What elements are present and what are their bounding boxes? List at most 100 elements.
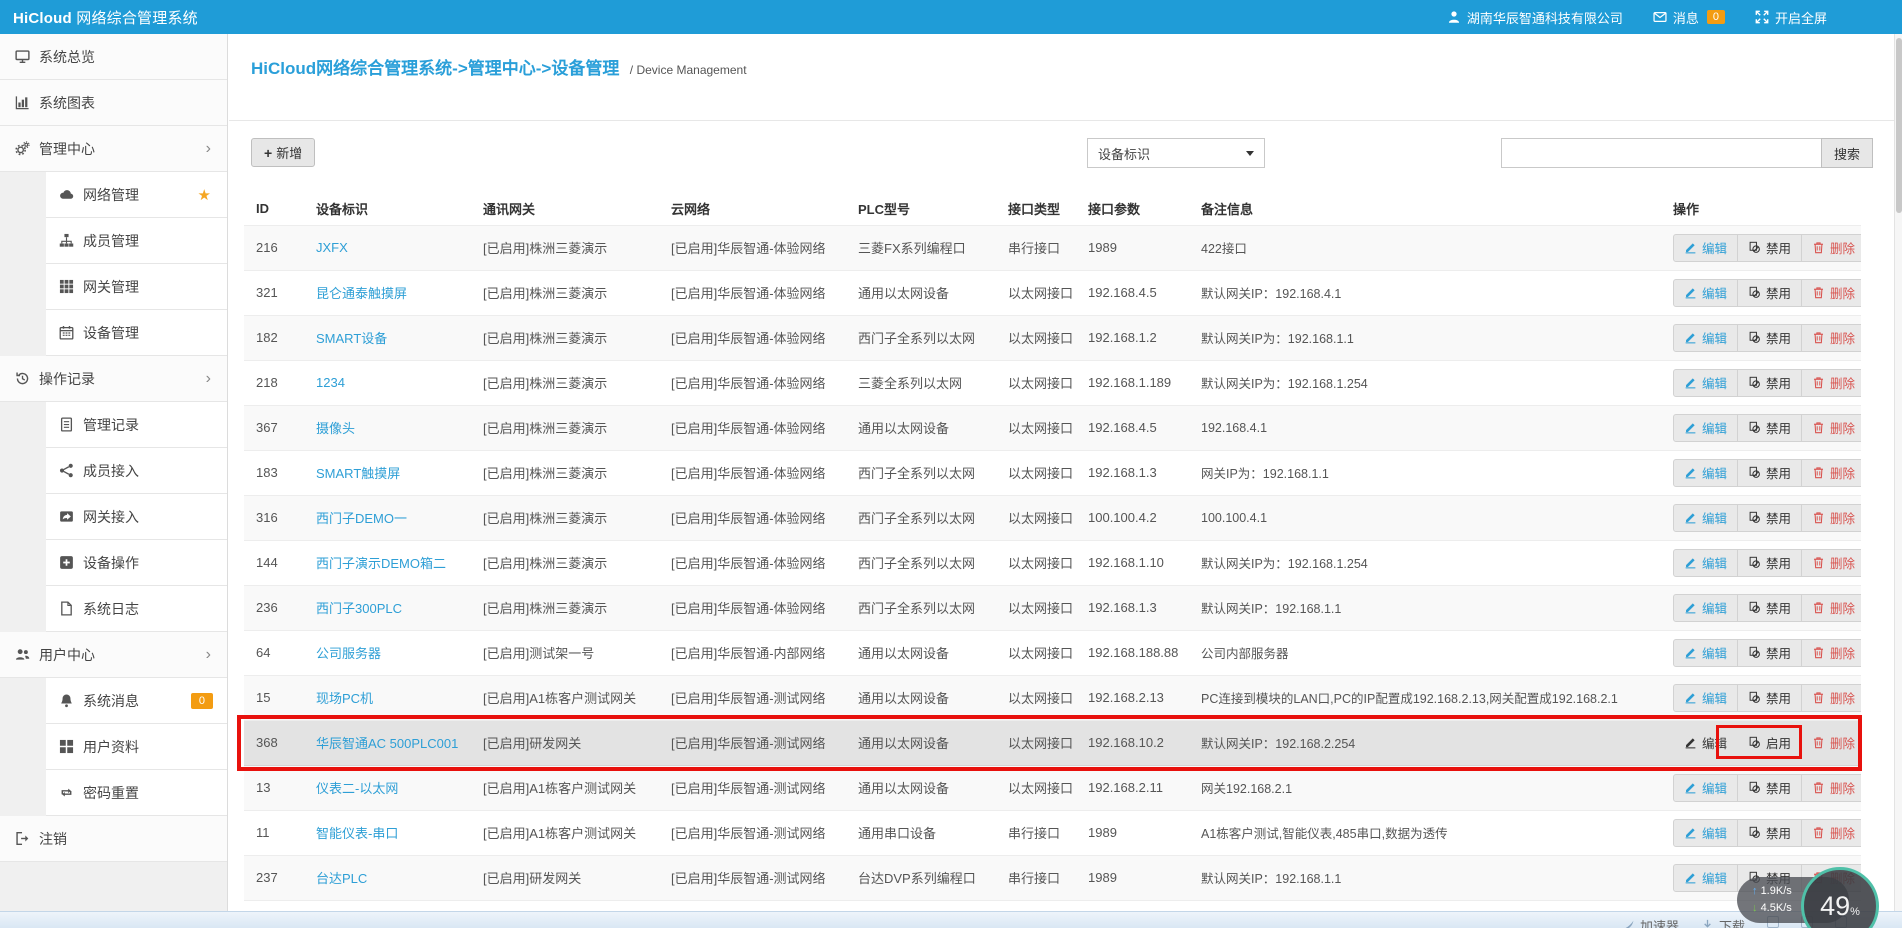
device-name-link[interactable]: 昆仑通泰触摸屏 xyxy=(316,286,407,301)
delete-button[interactable]: 删除 xyxy=(1801,503,1861,532)
edit-button[interactable]: 编辑 xyxy=(1673,323,1739,352)
sidebar-item-member-access[interactable]: 成员接入 xyxy=(46,448,227,494)
sidebar-item-logout[interactable]: 注销 xyxy=(0,816,227,862)
edit-button[interactable]: 编辑 xyxy=(1673,368,1739,397)
sidebar-item-system-log[interactable]: 系统日志 xyxy=(46,586,227,632)
search-input[interactable] xyxy=(1501,138,1821,168)
bottombar-download[interactable]: 下载 xyxy=(1701,916,1745,928)
pencil-icon xyxy=(1684,241,1697,254)
scrollbar-thumb[interactable] xyxy=(1896,38,1902,213)
device-name-link[interactable]: 西门子演示DEMO箱二 xyxy=(316,556,446,571)
sidebar-item-user-profile[interactable]: 用户资料 xyxy=(46,724,227,770)
delete-button[interactable]: 删除 xyxy=(1801,458,1861,487)
sidebar-item-member-mgmt[interactable]: 成员管理 xyxy=(46,218,227,264)
edit-button[interactable]: 编辑 xyxy=(1673,863,1739,892)
device-name-link[interactable]: 华辰智通AC 500PLC001 xyxy=(316,736,458,751)
delete-button[interactable]: 删除 xyxy=(1801,548,1861,577)
filter-select[interactable]: 设备标识 xyxy=(1087,138,1265,168)
device-name-link[interactable]: 智能仪表-串口 xyxy=(316,826,398,841)
edit-button[interactable]: 编辑 xyxy=(1673,729,1738,757)
sidebar-item-user-center[interactable]: 用户中心 › xyxy=(0,632,227,678)
sidebar-item-gateway-mgmt[interactable]: 网关管理 xyxy=(46,264,227,310)
delete-button[interactable]: 删除 xyxy=(1801,278,1861,307)
delete-button[interactable]: 删除 xyxy=(1801,413,1861,442)
gateway-cell: [已启用]株洲三菱演示 xyxy=(471,585,659,631)
disable-button[interactable]: 禁用 xyxy=(1737,683,1803,712)
edit-button[interactable]: 编辑 xyxy=(1673,773,1739,802)
disable-button[interactable]: 禁用 xyxy=(1737,638,1803,667)
edit-button[interactable]: 编辑 xyxy=(1673,683,1739,712)
edit-button[interactable]: 编辑 xyxy=(1673,638,1739,667)
edit-button[interactable]: 编辑 xyxy=(1673,458,1739,487)
sidebar-item-op-records[interactable]: 操作记录 › xyxy=(0,356,227,402)
sidebar-item-network-mgmt[interactable]: 网络管理 ★ xyxy=(46,172,227,218)
edit-button[interactable]: 编辑 xyxy=(1673,413,1739,442)
delete-button-label: 删除 xyxy=(1830,647,1856,661)
edit-button[interactable]: 编辑 xyxy=(1673,593,1739,622)
sidebar-item-overview[interactable]: 系统总览 xyxy=(0,34,227,80)
device-name-link[interactable]: 摄像头 xyxy=(316,421,355,436)
device-id-cell: 316 xyxy=(244,495,304,541)
disable-button[interactable]: 禁用 xyxy=(1737,503,1803,532)
delete-button[interactable]: 删除 xyxy=(1801,593,1861,622)
sidebar-item-charts[interactable]: 系统图表 xyxy=(0,80,227,126)
sidebar-item-admin-records[interactable]: 管理记录 xyxy=(46,402,227,448)
device-name-link[interactable]: 西门子DEMO一 xyxy=(316,511,407,526)
interface-param-cell: 192.168.4.5 xyxy=(1076,270,1189,316)
disable-button[interactable]: 禁用 xyxy=(1737,593,1803,622)
sidebar-item-system-messages[interactable]: 系统消息 0 xyxy=(46,678,227,724)
enable-button[interactable]: 启用 xyxy=(1737,729,1802,757)
gateway-cell: [已启用]A1栋客户测试网关 xyxy=(471,765,659,811)
edit-button[interactable]: 编辑 xyxy=(1673,548,1739,577)
delete-button[interactable]: 删除 xyxy=(1801,368,1861,397)
edit-button[interactable]: 编辑 xyxy=(1673,503,1739,532)
device-name-link[interactable]: 仪表二-以太网 xyxy=(316,781,398,796)
page-scrollbar[interactable] xyxy=(1894,0,1902,928)
device-name-link[interactable]: JXFX xyxy=(316,240,348,255)
disable-button[interactable]: 禁用 xyxy=(1737,458,1803,487)
delete-button[interactable]: 删除 xyxy=(1801,683,1861,712)
edit-button[interactable]: 编辑 xyxy=(1673,233,1739,262)
delete-button[interactable]: 删除 xyxy=(1801,818,1861,847)
edit-button[interactable]: 编辑 xyxy=(1673,278,1739,307)
sidebar-item-device-mgmt[interactable]: 设备管理 xyxy=(46,310,227,356)
bottombar-accelerator[interactable]: 加速器 xyxy=(1622,916,1679,928)
sidebar-item-gateway-access[interactable]: 网关接入 xyxy=(46,494,227,540)
disable-button[interactable]: 禁用 xyxy=(1737,548,1803,577)
device-name-link[interactable]: SMART设备 xyxy=(316,331,387,346)
device-name-link[interactable]: 公司服务器 xyxy=(316,646,381,661)
device-name-link[interactable]: 现场PC机 xyxy=(316,691,373,706)
delete-button[interactable]: 删除 xyxy=(1801,233,1861,262)
delete-button[interactable]: 删除 xyxy=(1801,323,1861,352)
disable-button[interactable]: 禁用 xyxy=(1737,233,1803,262)
interface-param-cell: 192.168.1.3 xyxy=(1076,585,1189,631)
device-name-link[interactable]: 西门子300PLC xyxy=(316,601,402,616)
company-menu[interactable]: 湖南华辰智通科技有限公司 xyxy=(1447,8,1623,27)
app-logo[interactable]: HiCloud 网络综合管理系统 xyxy=(0,7,198,28)
calendar-icon xyxy=(59,325,74,340)
disable-button[interactable]: 禁用 xyxy=(1737,368,1803,397)
disable-button[interactable]: 禁用 xyxy=(1737,773,1803,802)
messages-menu[interactable]: 消息 0 xyxy=(1653,8,1725,27)
add-device-button[interactable]: + 新增 xyxy=(251,138,316,167)
delete-button[interactable]: 删除 xyxy=(1801,729,1861,757)
ban-icon xyxy=(1748,691,1761,704)
search-button[interactable]: 搜索 xyxy=(1821,138,1873,168)
edit-button[interactable]: 编辑 xyxy=(1673,818,1739,847)
device-name-link[interactable]: SMART触摸屏 xyxy=(316,466,400,481)
device-name-link[interactable]: 台达PLC xyxy=(316,871,367,886)
disable-button[interactable]: 禁用 xyxy=(1737,818,1803,847)
disable-button[interactable]: 禁用 xyxy=(1737,413,1803,442)
disable-button[interactable]: 禁用 xyxy=(1737,278,1803,307)
disable-button[interactable]: 禁用 xyxy=(1737,323,1803,352)
device-name-link[interactable]: 1234 xyxy=(316,375,345,390)
sidebar-item-device-ops[interactable]: 设备操作 xyxy=(46,540,227,586)
delete-button[interactable]: 删除 xyxy=(1801,638,1861,667)
delete-button[interactable]: 删除 xyxy=(1801,773,1861,802)
interface-param-cell: 192.168.10.2 xyxy=(1076,720,1189,766)
edit-button-label: 编辑 xyxy=(1702,332,1728,346)
fullscreen-button[interactable]: 开启全屏 xyxy=(1755,8,1827,27)
share-icon xyxy=(59,463,74,478)
sidebar-item-admin-center[interactable]: 管理中心 › xyxy=(0,126,227,172)
sidebar-item-password-reset[interactable]: 密码重置 xyxy=(46,770,227,816)
